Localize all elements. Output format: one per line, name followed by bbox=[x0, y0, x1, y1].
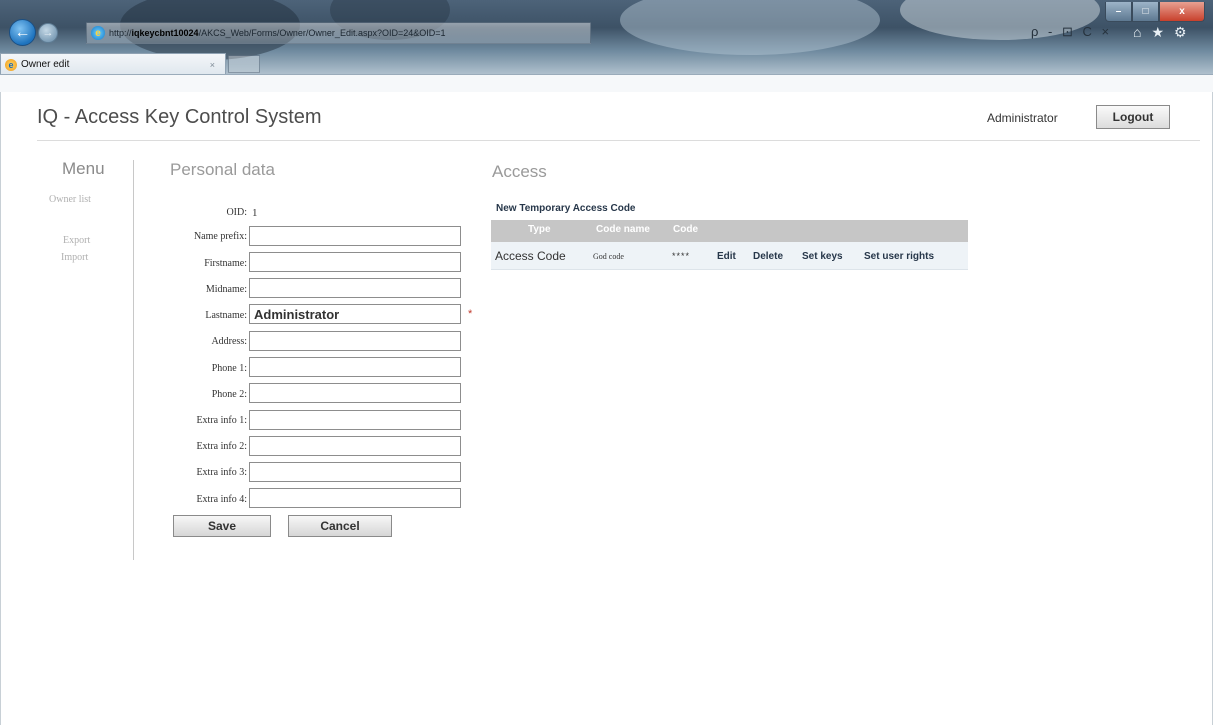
cell-type: Access Code bbox=[495, 249, 566, 263]
field-label-midname: Midname: bbox=[205, 284, 247, 295]
column-header-code-name: Code name bbox=[596, 224, 650, 235]
lastname-input[interactable]: Administrator bbox=[249, 304, 461, 324]
forward-icon[interactable]: → bbox=[38, 23, 58, 43]
menu-title: Menu bbox=[62, 159, 105, 178]
address-bar[interactable]: e http://iqkeycbnt10024/AKCS_Web/Forms/O… bbox=[86, 22, 591, 44]
menu-item-export[interactable]: Export bbox=[63, 235, 90, 246]
firstname-input[interactable] bbox=[249, 252, 461, 272]
tab-strip bbox=[0, 74, 1213, 92]
cancel-button[interactable]: Cancel bbox=[288, 515, 392, 537]
field-label-extra-info-3: Extra info 3: bbox=[196, 467, 247, 478]
column-header-type: Type bbox=[528, 224, 551, 235]
name-prefix-input[interactable] bbox=[249, 226, 461, 246]
menu-item-import[interactable]: Import bbox=[61, 252, 88, 263]
app-title: IQ - Access Key Control System bbox=[37, 106, 322, 128]
field-label-address: Address: bbox=[211, 336, 247, 347]
field-label-phone-1: Phone 1: bbox=[211, 363, 247, 374]
extra-info-4-input[interactable] bbox=[249, 488, 461, 508]
field-label-lastname: Lastname: bbox=[205, 310, 247, 321]
browser-chrome: – □ x ← → e http://iqkeycbnt10024/AKCS_W… bbox=[0, 0, 1213, 92]
column-header-code: Code bbox=[673, 224, 698, 235]
url-text: http://iqkeycbnt10024/AKCS_Web/Forms/Own… bbox=[109, 28, 446, 38]
set-keys-link[interactable]: Set keys bbox=[802, 251, 843, 262]
extra-info-3-input[interactable] bbox=[249, 462, 461, 482]
tab-site-icon: e bbox=[5, 58, 17, 71]
menu-divider bbox=[133, 160, 134, 560]
field-label-phone-2: Phone 2: bbox=[211, 389, 247, 400]
current-user: Administrator bbox=[987, 111, 1058, 125]
page: IQ - Access Key Control System Administr… bbox=[0, 92, 1213, 725]
access-table: Type Code name Code Access Code God code… bbox=[491, 220, 968, 270]
field-label-extra-info-4: Extra info 4: bbox=[196, 494, 247, 505]
logout-button[interactable]: Logout bbox=[1096, 105, 1170, 129]
access-title: Access bbox=[492, 162, 547, 181]
close-window-button[interactable]: x bbox=[1159, 2, 1205, 22]
oid-label: OID: bbox=[226, 207, 247, 218]
minimize-button[interactable]: – bbox=[1105, 2, 1132, 22]
maximize-button[interactable]: □ bbox=[1132, 2, 1159, 22]
tab-owner-edit[interactable]: e Owner edit × bbox=[0, 53, 226, 75]
extra-info-1-input[interactable] bbox=[249, 410, 461, 430]
favorites-icon[interactable]: ★ bbox=[1151, 24, 1164, 41]
field-label-firstname: Firstname: bbox=[204, 258, 247, 269]
phone-1-input[interactable] bbox=[249, 357, 461, 377]
menu-item-owner-list[interactable]: Owner list bbox=[49, 194, 91, 205]
window-controls: – □ x bbox=[1105, 2, 1205, 22]
field-label-extra-info-2: Extra info 2: bbox=[196, 441, 247, 452]
new-tab-button[interactable] bbox=[228, 55, 260, 73]
background-decoration bbox=[620, 0, 880, 55]
save-button[interactable]: Save bbox=[173, 515, 271, 537]
field-label-name-prefix: Name prefix: bbox=[193, 231, 247, 242]
delete-link[interactable]: Delete bbox=[753, 251, 783, 262]
set-user-rights-link[interactable]: Set user rights bbox=[864, 251, 934, 262]
phone-2-input[interactable] bbox=[249, 383, 461, 403]
field-label-extra-info-1: Extra info 1: bbox=[196, 415, 247, 426]
edit-link[interactable]: Edit bbox=[717, 251, 736, 262]
back-icon[interactable]: ← bbox=[9, 19, 36, 46]
required-marker: * bbox=[468, 308, 473, 320]
site-icon: e bbox=[91, 26, 105, 40]
address-tools[interactable]: ρ - ⊡ C × bbox=[1031, 24, 1112, 40]
cell-code-name: God code bbox=[593, 252, 624, 261]
extra-info-2-input[interactable] bbox=[249, 436, 461, 456]
table-row: Access Code God code **** Edit Delete Se… bbox=[491, 242, 968, 270]
tab-title: Owner edit bbox=[21, 59, 70, 70]
midname-input[interactable] bbox=[249, 278, 461, 298]
personal-data-title: Personal data bbox=[170, 160, 275, 179]
new-temporary-access-code-link[interactable]: New Temporary Access Code bbox=[496, 203, 636, 214]
oid-value: 1 bbox=[252, 207, 258, 219]
access-table-header: Type Code name Code bbox=[491, 220, 968, 242]
header-divider bbox=[37, 140, 1200, 141]
tab-close-icon[interactable]: × bbox=[210, 60, 215, 70]
settings-icon[interactable]: ⚙ bbox=[1174, 24, 1187, 41]
address-input[interactable] bbox=[249, 331, 461, 351]
browser-toolbar-icons: ⌂ ★ ⚙ bbox=[1133, 24, 1187, 41]
home-icon[interactable]: ⌂ bbox=[1133, 24, 1141, 41]
cell-code: **** bbox=[672, 251, 691, 261]
